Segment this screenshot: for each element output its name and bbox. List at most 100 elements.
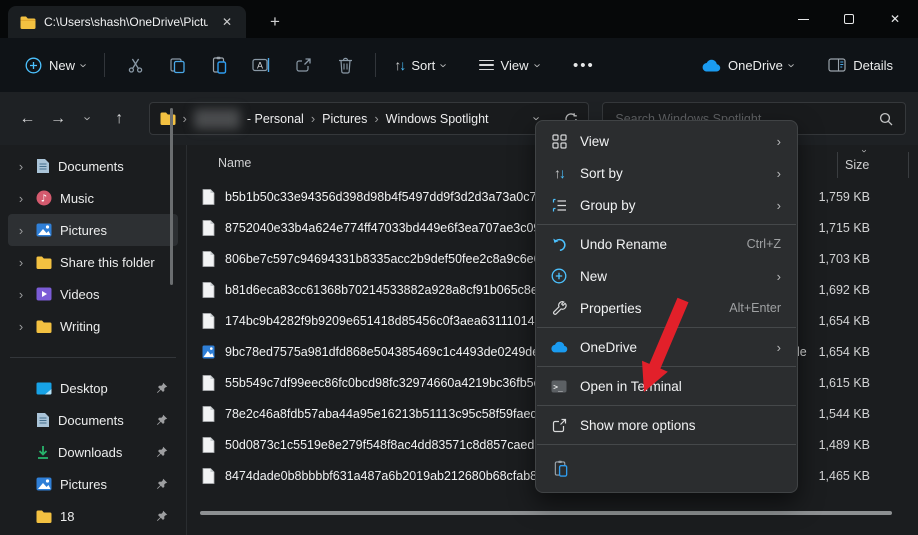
address-bar[interactable]: › - Personal › Pictures › Windows Spotli…	[149, 102, 590, 135]
annotation-arrow	[612, 287, 692, 407]
paste-button[interactable]	[546, 453, 576, 483]
expand-chevron-icon[interactable]: ›	[14, 223, 28, 238]
pin-icon	[156, 446, 168, 458]
folder-icon	[36, 320, 52, 333]
breadcrumb-separator-icon: ›	[311, 111, 315, 126]
paste-button[interactable]	[198, 47, 240, 83]
sidebar-item-label: Documents	[58, 159, 172, 174]
share-button[interactable]	[282, 47, 324, 83]
more-options-button[interactable]: •••	[563, 47, 605, 83]
view-icon	[479, 60, 494, 71]
menu-divider	[537, 444, 796, 445]
sidebar-item-label: Writing	[60, 319, 172, 334]
sidebar-item-desktop[interactable]: Desktop	[8, 372, 178, 404]
forward-button[interactable]: →	[43, 103, 74, 134]
file-explorer-window: C:\Users\shash\OneDrive\Pictu ✕ + ✕ New …	[0, 0, 918, 535]
column-separator[interactable]	[908, 152, 909, 178]
view-grid-icon	[550, 134, 568, 149]
menu-item-shortcut: Alt+Enter	[729, 301, 781, 315]
recent-locations-button[interactable]: ›	[73, 103, 104, 134]
column-header-name[interactable]: Name	[218, 156, 251, 170]
trash-icon	[338, 57, 353, 74]
back-button[interactable]: ←	[12, 103, 43, 134]
copy-icon	[169, 57, 186, 74]
downloads-icon	[36, 445, 50, 460]
pin-icon	[156, 382, 168, 394]
close-button[interactable]: ✕	[872, 0, 918, 38]
minimize-button[interactable]	[780, 0, 826, 38]
file-size: 1,759 KB	[819, 190, 870, 204]
details-button[interactable]: Details	[819, 51, 902, 80]
up-button[interactable]: ↑	[104, 103, 135, 134]
expand-chevron-icon[interactable]: ›	[14, 255, 28, 270]
delete-button[interactable]	[324, 47, 366, 83]
sort-button[interactable]: ↑↓ Sort ›	[385, 50, 455, 80]
menu-item-show-more-options[interactable]: Show more options	[540, 409, 793, 441]
explorer-tab[interactable]: C:\Users\shash\OneDrive\Pictu ✕	[8, 6, 246, 38]
command-bar: New › A ↑↓ Sort › View ›	[0, 38, 918, 92]
copy-button[interactable]	[156, 47, 198, 83]
sidebar-item-label: Videos	[60, 287, 172, 302]
file-size: 1,615 KB	[819, 376, 870, 390]
file-size: 1,544 KB	[819, 407, 870, 421]
chevron-down-icon: ›	[531, 63, 544, 67]
cut-button[interactable]	[114, 47, 156, 83]
menu-item-group-by[interactable]: Group by ›	[540, 189, 793, 221]
rename-icon: A	[252, 57, 270, 73]
breadcrumb-personal[interactable]: - Personal	[247, 112, 304, 126]
sidebar-item-writing[interactable]: › Writing	[8, 310, 178, 342]
sidebar-item-18[interactable]: 18	[8, 500, 178, 532]
sidebar-item-pictures-pinned[interactable]: Pictures	[8, 468, 178, 500]
sidebar-item-videos[interactable]: › Videos	[8, 278, 178, 310]
file-size: 1,654 KB	[819, 314, 870, 328]
toolbar-divider	[104, 53, 105, 77]
submenu-arrow-icon: ›	[777, 166, 781, 181]
sort-descending-icon: ›	[859, 149, 869, 152]
wrench-icon	[550, 301, 568, 316]
folder-icon	[160, 112, 176, 125]
search-icon[interactable]	[879, 112, 893, 126]
column-separator[interactable]	[837, 152, 838, 178]
column-header-size[interactable]: Size	[845, 158, 869, 172]
sidebar-item-share-this-folder[interactable]: › Share this folder	[8, 246, 178, 278]
breadcrumb-windows-spotlight[interactable]: Windows Spotlight	[386, 112, 489, 126]
expand-chevron-icon[interactable]: ›	[14, 287, 28, 302]
submenu-arrow-icon: ›	[777, 340, 781, 355]
tab-close-icon[interactable]: ✕	[216, 11, 238, 33]
submenu-arrow-icon: ›	[777, 198, 781, 213]
menu-item-sort-by[interactable]: ↑↓ Sort by ›	[540, 157, 793, 189]
plus-circle-icon	[25, 57, 42, 74]
rename-button[interactable]: A	[240, 47, 282, 83]
sidebar-item-music[interactable]: › ♪ Music	[8, 182, 178, 214]
sidebar-item-pictures[interactable]: › Pictures	[8, 214, 178, 246]
chevron-down-icon: ›	[438, 63, 451, 67]
details-pane-icon	[828, 58, 846, 72]
expand-chevron-icon[interactable]: ›	[14, 159, 28, 174]
file-icon	[202, 282, 217, 298]
scissors-icon	[127, 57, 144, 74]
navigation-pane: › Documents › ♪ Music › Pictures › Share…	[0, 145, 186, 535]
breadcrumb-pictures[interactable]: Pictures	[322, 112, 367, 126]
new-button-label: New	[49, 58, 75, 73]
details-label: Details	[853, 58, 893, 73]
tab-bar: C:\Users\shash\OneDrive\Pictu ✕ + ✕	[0, 0, 918, 38]
horizontal-scrollbar[interactable]	[200, 511, 892, 515]
new-tab-button[interactable]: +	[260, 7, 290, 37]
expand-chevron-icon[interactable]: ›	[14, 319, 28, 334]
menu-item-undo-rename[interactable]: Undo Rename Ctrl+Z	[540, 228, 793, 260]
sidebar-item-documents[interactable]: › Documents	[8, 150, 178, 182]
onedrive-status-button[interactable]: OneDrive ›	[692, 51, 803, 80]
paste-icon	[211, 56, 228, 74]
sidebar-item-documents-pinned[interactable]: Documents	[8, 404, 178, 436]
folder-icon	[36, 256, 52, 269]
sidebar-item-downloads[interactable]: Downloads	[8, 436, 178, 468]
file-size: 1,703 KB	[819, 252, 870, 266]
pin-icon	[156, 478, 168, 490]
view-button[interactable]: View ›	[470, 51, 549, 80]
redacted-account-name	[194, 109, 240, 129]
expand-chevron-icon[interactable]: ›	[14, 191, 28, 206]
menu-item-view[interactable]: View ›	[540, 125, 793, 157]
new-button[interactable]: New ›	[16, 50, 95, 81]
maximize-button[interactable]	[826, 0, 872, 38]
sidebar-scrollbar[interactable]	[170, 108, 173, 285]
